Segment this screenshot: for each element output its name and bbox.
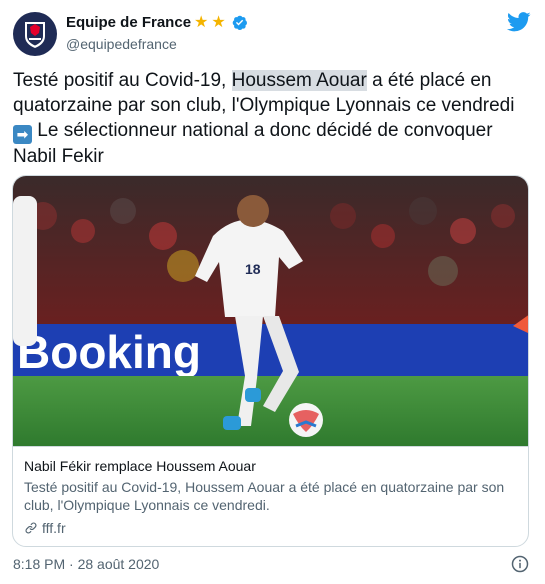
star-icon: ★ <box>211 13 226 31</box>
right-arrow-emoji: ➡ <box>13 125 32 144</box>
card-domain-text: fff.fr <box>42 520 66 536</box>
verified-badge-icon <box>232 15 247 31</box>
card-info[interactable]: Nabil Fékir remplace Houssem Aouar Testé… <box>13 446 528 546</box>
handle[interactable]: @equipedefrance <box>66 36 177 52</box>
jersey-number: 18 <box>245 261 261 277</box>
fff-crest-icon <box>25 22 45 48</box>
display-name[interactable]: Equipe de France <box>66 14 191 31</box>
card-domain[interactable]: fff.fr <box>24 520 519 536</box>
link-preview-card[interactable]: Booking 18 Nabil Fékir remplace Houssem … <box>12 175 529 547</box>
banner-text: Booking <box>17 326 201 378</box>
twitter-bird-icon[interactable] <box>507 12 531 32</box>
link-icon <box>25 522 37 534</box>
highlighted-text: Houssem Aouar <box>231 70 367 91</box>
card-description: Testé positif au Covid-19, Houssem Aouar… <box>24 479 505 513</box>
avatar[interactable] <box>13 12 57 56</box>
player-photo-image: Booking 18 <box>13 176 528 446</box>
tweet-embed: Equipe de France ★ ★ @equipedefrance Tes… <box>0 0 545 584</box>
star-icon: ★ <box>194 13 209 31</box>
tweet-text-part: Testé positif au Covid-19, <box>13 70 232 91</box>
tweet-text: Testé positif au Covid-19, Houssem Aouar… <box>13 68 533 169</box>
tweet-text-part: Le sélectionneur national a donc décidé … <box>13 120 493 167</box>
author-name-row: Equipe de France ★ ★ <box>66 14 248 31</box>
card-title[interactable]: Nabil Fékir remplace Houssem Aouar <box>24 457 519 475</box>
tweet-timestamp[interactable]: 8:18 PM · 28 août 2020 <box>13 556 159 572</box>
info-icon[interactable] <box>511 555 529 573</box>
